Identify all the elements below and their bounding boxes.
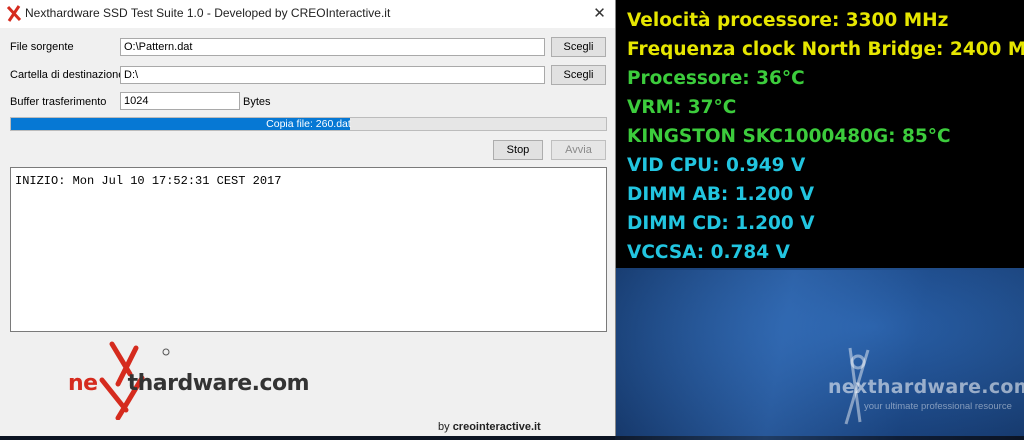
brand-logo: ne thardware.com	[68, 340, 310, 420]
copy-progress-bar: Copia file: 260.dat	[10, 117, 607, 131]
osd-ssd-temp: KINGSTON SKC1000480G: 85°C	[627, 126, 951, 147]
buffer-label: Buffer trasferimento	[10, 96, 107, 108]
osd-dimm-ab: DIMM AB: 1.200 V	[627, 184, 815, 205]
watermark-brand: nexthardware.com	[828, 376, 1024, 398]
osd-vccsa: VCCSA: 0.784 V	[627, 242, 790, 263]
brand-wordmark: ne thardware.com	[68, 371, 310, 396]
source-file-label: File sorgente	[10, 41, 74, 53]
app-window: Nexthardware SSD Test Suite 1.0 - Develo…	[0, 0, 616, 436]
buffer-unit-label: Bytes	[243, 96, 271, 108]
window-title: Nexthardware SSD Test Suite 1.0 - Develo…	[25, 6, 391, 20]
stop-button[interactable]: Stop	[493, 140, 543, 160]
osd-vrm-temp: VRM: 37°C	[627, 97, 737, 118]
osd-nb-clock: Frequenza clock North Bridge: 2400 MHz	[627, 39, 1024, 60]
byline-site: creointeractive.it	[452, 421, 541, 433]
progress-text: Copia file: 260.dat	[266, 118, 351, 130]
browse-dest-button[interactable]: Scegli	[551, 65, 606, 85]
osd-dimm-cd: DIMM CD: 1.200 V	[627, 213, 815, 234]
osd-cpu-temp: Processore: 36°C	[627, 68, 805, 89]
byline-prefix: by	[438, 421, 450, 433]
app-logo-icon	[6, 5, 22, 22]
log-output[interactable]: INIZIO: Mon Jul 10 17:52:31 CEST 2017	[10, 167, 607, 332]
start-button[interactable]: Avvia	[551, 140, 606, 160]
osd-cpu-speed: Velocità processore: 3300 MHz	[627, 10, 949, 31]
log-text: INIZIO: Mon Jul 10 17:52:31 CEST 2017	[15, 174, 282, 188]
osd-vid-cpu: VID CPU: 0.949 V	[627, 155, 806, 176]
hardware-monitor-overlay: Velocità processore: 3300 MHz Frequenza …	[615, 0, 1024, 268]
dest-folder-field[interactable]: D:\	[120, 66, 545, 84]
brand-rest: thardware.com	[127, 371, 310, 396]
brand-ne: ne	[68, 371, 98, 396]
dest-folder-label: Cartella di destinazione	[10, 69, 125, 81]
watermark-tagline: your ultimate professional resource	[864, 401, 1012, 412]
watermark-logo: nexthardware.com your ultimate professio…	[790, 340, 1024, 430]
close-button[interactable]: ✕	[584, 0, 615, 28]
browse-source-button[interactable]: Scegli	[551, 37, 606, 57]
source-file-field[interactable]: O:\Pattern.dat	[120, 38, 545, 56]
byline: by creointeractive.it	[438, 421, 541, 433]
title-bar[interactable]: Nexthardware SSD Test Suite 1.0 - Develo…	[0, 0, 615, 28]
buffer-size-field[interactable]: 1024	[120, 92, 240, 110]
